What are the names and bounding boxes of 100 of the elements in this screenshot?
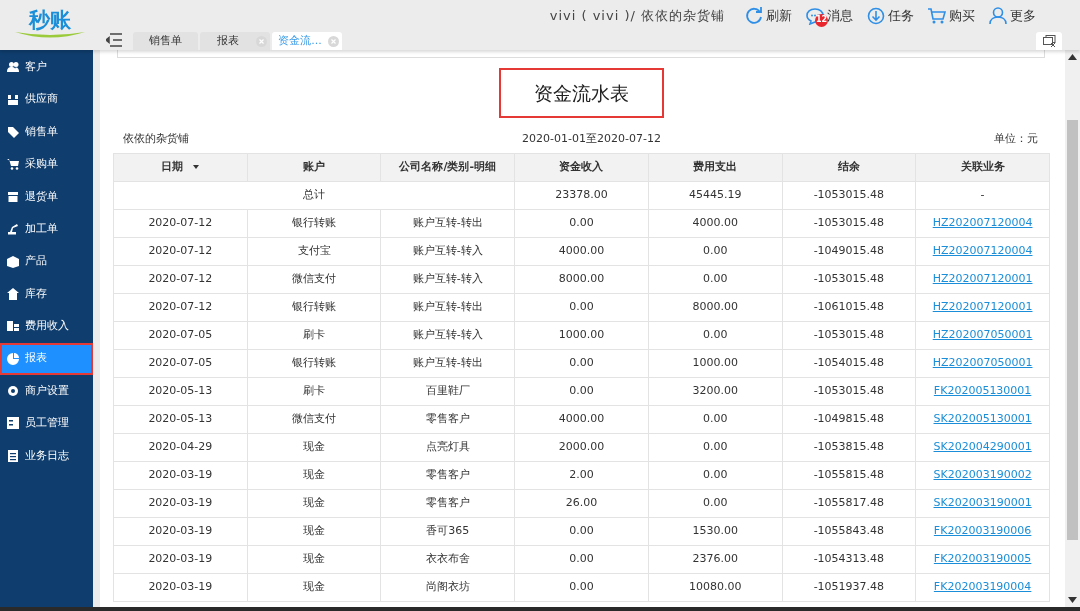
sidebar-item[interactable]: 库存 — [0, 277, 93, 311]
scrollbar[interactable] — [1065, 50, 1080, 607]
table-cell: 零售客户 — [380, 461, 515, 490]
table-cell: 2020-03-19 — [113, 517, 248, 546]
table-cell: 0.00 — [648, 461, 782, 490]
table-cell: 现金 — [247, 433, 381, 462]
sidebar-item[interactable]: 采购单 — [0, 148, 93, 181]
cart-icon — [928, 6, 946, 25]
table-cell: 2000.00 — [514, 433, 649, 462]
table-cell: 10080.00 — [648, 573, 782, 602]
table-cell: 45445.19 — [648, 181, 782, 210]
download-icon — [867, 6, 885, 25]
table-cell: 现金 — [247, 461, 381, 490]
supplier-icon — [7, 93, 19, 106]
table-cell: 账户互转-转入 — [380, 321, 515, 350]
close-all-icon — [1042, 35, 1056, 47]
table-cell: 0.00 — [514, 573, 649, 602]
tag-icon — [7, 125, 19, 138]
total-label: 总计 — [113, 181, 515, 210]
table-cell: 2020-03-19 — [113, 545, 248, 574]
table-cell: 现金 — [247, 545, 381, 574]
table-cell: 2020-03-19 — [113, 573, 248, 602]
table-cell: 2020-07-12 — [113, 265, 248, 294]
table-cell: 1000.00 — [648, 349, 782, 378]
table-cell: 2020-07-05 — [113, 321, 248, 350]
more-button[interactable]: 更多 — [989, 5, 1036, 26]
sidebar-item[interactable]: 员工管理 — [0, 407, 93, 440]
table-cell: 4000.00 — [514, 405, 649, 434]
table-cell: 0.00 — [514, 209, 649, 238]
sidebar-item[interactable]: 加工单 — [0, 212, 93, 246]
table-cell: 百里鞋厂 — [380, 377, 515, 406]
scrollbar-thumb[interactable] — [1067, 120, 1078, 540]
user-shop-label: vivi ( vivi )/ 依依的杂货铺 — [549, 6, 725, 25]
tab[interactable]: 销售单 — [133, 32, 198, 50]
table-cell: 现金 — [247, 489, 381, 518]
column-header: 结余 — [782, 153, 916, 182]
toolbar-button[interactable]: 购买 — [928, 5, 975, 26]
table-cell: 0.00 — [514, 349, 649, 378]
table-cell: 26.00 — [514, 489, 649, 518]
table-cell: 微信支付 — [247, 405, 381, 434]
column-header: 关联业务 — [915, 153, 1050, 182]
sidebar-item[interactable]: 退货单 — [0, 180, 93, 213]
menu-icon[interactable] — [106, 33, 122, 47]
table-cell: -1055843.48 — [782, 517, 916, 546]
sidebar-item[interactable]: 费用收入 — [0, 310, 93, 343]
table-cell: 账户互转-转出 — [380, 293, 515, 322]
table-cell: 2020-04-29 — [113, 433, 248, 462]
toolbar-button[interactable]: 刷新 — [745, 5, 792, 26]
machine-icon — [7, 223, 19, 236]
table-cell: -1061015.48 — [782, 293, 916, 322]
staff-icon — [7, 417, 19, 430]
shop-name: 依依的杂货铺 — [123, 130, 189, 147]
table-cell: 衣衣布舍 — [380, 545, 515, 574]
table-cell: -1049015.48 — [782, 237, 916, 266]
table-cell: -1053015.48 — [782, 181, 916, 210]
list-icon — [7, 449, 19, 462]
table-cell: -1055815.48 — [782, 461, 916, 490]
close-all-button[interactable] — [1036, 32, 1062, 50]
table-cell: 2020-07-05 — [113, 349, 248, 378]
table-cell: 微信支付 — [247, 265, 381, 294]
table-cell: 现金 — [247, 517, 381, 546]
table-cell: 4000.00 — [514, 237, 649, 266]
table-cell: 支付宝 — [247, 237, 381, 266]
return-box-icon — [7, 190, 19, 203]
table-cell: -1053015.48 — [782, 265, 916, 294]
tab[interactable]: 报表 — [200, 32, 270, 50]
table-cell: 2020-07-12 — [113, 293, 248, 322]
toolbar-button[interactable]: 任务 — [867, 5, 914, 26]
sidebar-item[interactable]: 业务日志 — [0, 439, 93, 473]
scroll-down-icon[interactable] — [1068, 597, 1077, 603]
table-cell: 银行转账 — [247, 349, 381, 378]
table-cell: 0.00 — [514, 293, 649, 322]
sidebar-item[interactable]: 产品 — [0, 245, 93, 278]
box-icon — [7, 255, 19, 268]
refresh-icon — [745, 6, 763, 25]
table-cell: -1053015.48 — [782, 209, 916, 238]
table-cell: -1055817.48 — [782, 489, 916, 518]
table-cell: 现金 — [247, 573, 381, 602]
sidebar-item[interactable]: 销售单 — [0, 115, 93, 149]
table-cell: 2.00 — [514, 461, 649, 490]
sidebar-item[interactable]: 商户设置 — [0, 374, 93, 408]
gear-icon — [7, 385, 19, 398]
table-cell: 账户互转-转出 — [380, 349, 515, 378]
scroll-up-icon[interactable] — [1068, 54, 1077, 60]
logo: 秒账 — [0, 0, 100, 50]
sidebar-item[interactable]: 供应商 — [0, 83, 93, 116]
sidebar-item[interactable]: 客户 — [0, 51, 93, 84]
table-cell: 2020-05-13 — [113, 377, 248, 406]
column-header: 公司名称/类别-明细 — [380, 153, 515, 182]
table-cell: 0.00 — [648, 489, 782, 518]
table-cell: 零售客户 — [380, 405, 515, 434]
table-cell: 银行转账 — [247, 209, 381, 238]
table-cell: 23378.00 — [514, 181, 649, 210]
column-header[interactable]: 日期 — [113, 153, 248, 182]
document-icon — [7, 320, 19, 333]
column-header: 资金收入 — [514, 153, 649, 182]
sort-icon[interactable] — [193, 165, 200, 170]
table-cell: 1000.00 — [514, 321, 649, 350]
table-cell: 8000.00 — [648, 293, 782, 322]
people-icon — [7, 61, 19, 74]
